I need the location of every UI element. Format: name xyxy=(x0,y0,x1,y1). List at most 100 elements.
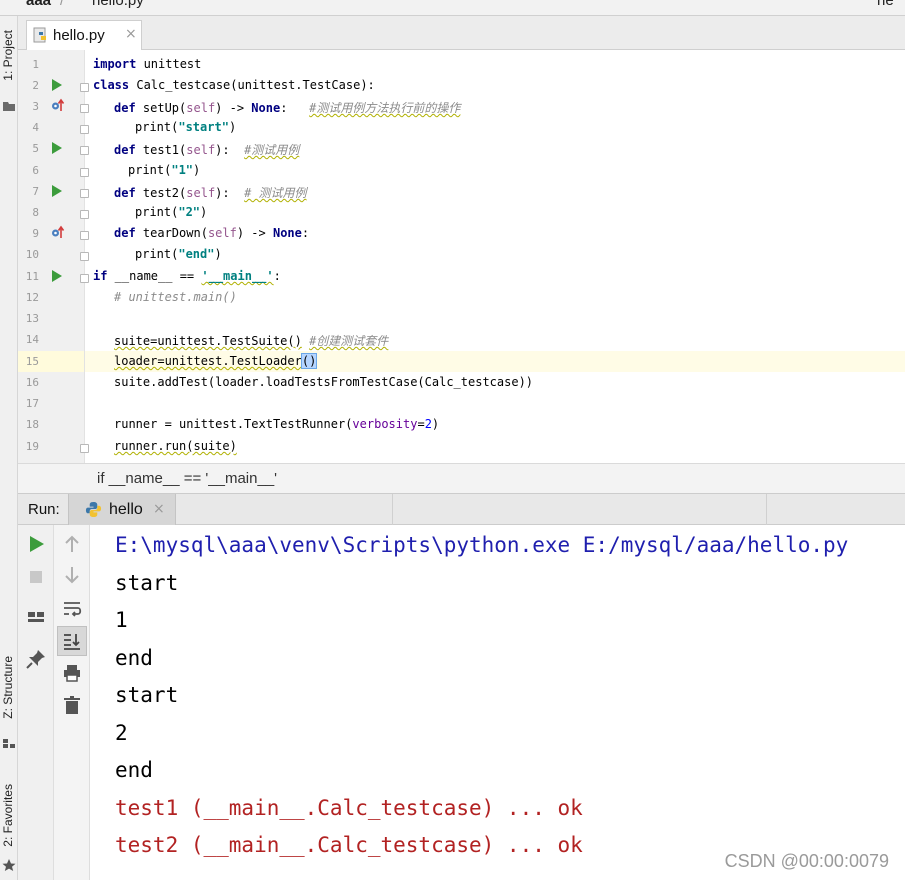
code-comment: #测试用例 xyxy=(244,143,300,157)
line-number: 17 xyxy=(25,397,39,410)
code-token: ) xyxy=(228,120,237,134)
code-line-18: runner = unittest.TextTestRunner(verbosi… xyxy=(114,417,439,431)
code-token: class xyxy=(93,78,130,92)
structure-tool-button[interactable]: Z: Structure xyxy=(1,656,17,719)
project-tool-button[interactable]: 1: Project xyxy=(1,30,17,81)
nav-crumb-file[interactable]: hello.py xyxy=(92,0,144,9)
header-divider xyxy=(392,494,393,525)
close-tab-icon[interactable]: × xyxy=(125,26,137,42)
code-token: ) xyxy=(193,163,201,177)
code-token: suite=unittest.TestSuite() xyxy=(114,334,302,348)
brace-highlight: () xyxy=(300,353,318,369)
fold-marker[interactable] xyxy=(80,146,89,155)
code-comment: #测试用例方法执行前的操作 xyxy=(309,101,461,115)
code-token: def xyxy=(114,143,136,157)
code-breadcrumb[interactable]: if __name__ == '__main__' xyxy=(97,470,277,487)
code-token: print( xyxy=(135,120,179,134)
run-test2-icon[interactable] xyxy=(52,185,62,197)
python-icon xyxy=(85,501,102,518)
run-toolbar-primary xyxy=(18,525,54,880)
code-token: self xyxy=(186,143,216,157)
console-line: 2 xyxy=(115,721,128,745)
code-line-14: suite=unittest.TestSuite() #创建测试套件 xyxy=(114,332,388,349)
code-token: self xyxy=(207,226,237,240)
arrow-down-icon[interactable] xyxy=(60,563,84,587)
code-breadcrumb-bar: if __name__ == '__main__' xyxy=(18,463,905,493)
run-test1-icon[interactable] xyxy=(52,142,62,154)
code-token: = xyxy=(417,417,425,431)
code-token: None xyxy=(251,101,281,115)
structure-icon xyxy=(3,739,15,748)
print-icon[interactable] xyxy=(60,661,84,685)
nav-crumb-project[interactable]: aaa xyxy=(26,0,51,9)
fold-marker[interactable] xyxy=(80,83,89,92)
code-token: ) xyxy=(200,205,208,219)
code-token: self xyxy=(186,101,216,115)
left-tool-strip: 1: Project Z: Structure 2: Favorites xyxy=(0,16,18,880)
code-line-11: if __name__ == '__main__': xyxy=(93,269,281,283)
scroll-to-end-icon[interactable] xyxy=(60,629,84,653)
override-method-icon[interactable] xyxy=(51,225,65,239)
fold-marker[interactable] xyxy=(80,274,89,283)
code-comment: # 测试用例 xyxy=(244,186,307,200)
nav-right-fragment[interactable]: he xyxy=(877,0,894,9)
fold-marker[interactable] xyxy=(80,168,89,177)
code-comment: #创建测试套件 xyxy=(309,334,389,348)
code-token: print( xyxy=(135,247,179,261)
override-method-icon[interactable] xyxy=(51,98,65,112)
code-token: if xyxy=(93,269,108,283)
code-token: print( xyxy=(128,163,172,177)
console-line: E:\mysql\aaa\venv\Scripts\python.exe E:/… xyxy=(115,533,849,557)
fold-marker[interactable] xyxy=(80,189,89,198)
editor-tab-hello-py[interactable]: hello.py × xyxy=(26,20,142,50)
code-token: def xyxy=(114,101,136,115)
code-line-1: import unittest xyxy=(93,57,201,71)
code-string: "end" xyxy=(178,247,215,261)
code-line-8: print("2") xyxy=(135,205,207,219)
trash-icon[interactable] xyxy=(60,693,84,717)
stop-icon[interactable] xyxy=(24,565,48,589)
code-token: def xyxy=(114,226,136,240)
code-token: setUp( xyxy=(135,101,187,115)
fold-marker[interactable] xyxy=(80,231,89,240)
pin-icon[interactable] xyxy=(24,647,48,671)
code-token: None xyxy=(272,226,302,240)
line-number: 8 xyxy=(32,206,39,219)
line-number: 2 xyxy=(32,79,39,92)
run-class-icon[interactable] xyxy=(52,79,62,91)
line-number: 12 xyxy=(25,291,39,304)
console-line: end xyxy=(115,758,153,782)
console-line: end xyxy=(115,646,153,670)
code-comment: # unittest.main() xyxy=(114,290,237,304)
fold-marker[interactable] xyxy=(80,210,89,219)
code-token: import xyxy=(93,57,137,71)
code-token: runner = unittest.TextTestRunner( xyxy=(114,417,353,431)
run-main-icon[interactable] xyxy=(52,270,62,282)
run-tab-label: hello xyxy=(109,501,143,518)
arrow-up-icon[interactable] xyxy=(60,532,84,556)
fold-marker[interactable] xyxy=(80,444,89,453)
soft-wrap-icon[interactable] xyxy=(60,597,84,621)
code-token: test2( xyxy=(135,186,187,200)
watermark: CSDN @00:00:0079 xyxy=(724,851,889,871)
code-token: ) xyxy=(214,247,222,261)
run-tab-hello[interactable]: hello × xyxy=(68,494,176,525)
code-line-15: loader=unittest.TestLoader() xyxy=(114,353,318,369)
fold-marker[interactable] xyxy=(80,252,89,261)
favorites-tool-button[interactable]: 2: Favorites xyxy=(1,784,17,847)
code-token: Calc_testcase(unittest.TestCase): xyxy=(129,78,375,92)
navigation-bar: aaa / hello.py he xyxy=(0,0,905,16)
rerun-icon[interactable] xyxy=(24,532,48,556)
console-line: 1 xyxy=(115,608,128,632)
fold-marker[interactable] xyxy=(80,125,89,134)
code-token: print( xyxy=(135,205,179,219)
console-output[interactable]: E:\mysql\aaa\venv\Scripts\python.exe E:/… xyxy=(90,525,905,880)
code-line-4: print("start") xyxy=(135,120,236,134)
close-run-tab-icon[interactable]: × xyxy=(153,501,165,517)
code-editor[interactable]: 1 2 3 4 5 6 7 8 9 10 11 12 13 14 15 16 1… xyxy=(18,50,905,463)
editor-tab-bar: hello.py × xyxy=(18,16,905,50)
fold-marker[interactable] xyxy=(80,104,89,113)
code-string: '__main__' xyxy=(201,269,274,283)
layout-icon[interactable] xyxy=(24,605,48,629)
code-line-12: # unittest.main() xyxy=(114,290,237,304)
